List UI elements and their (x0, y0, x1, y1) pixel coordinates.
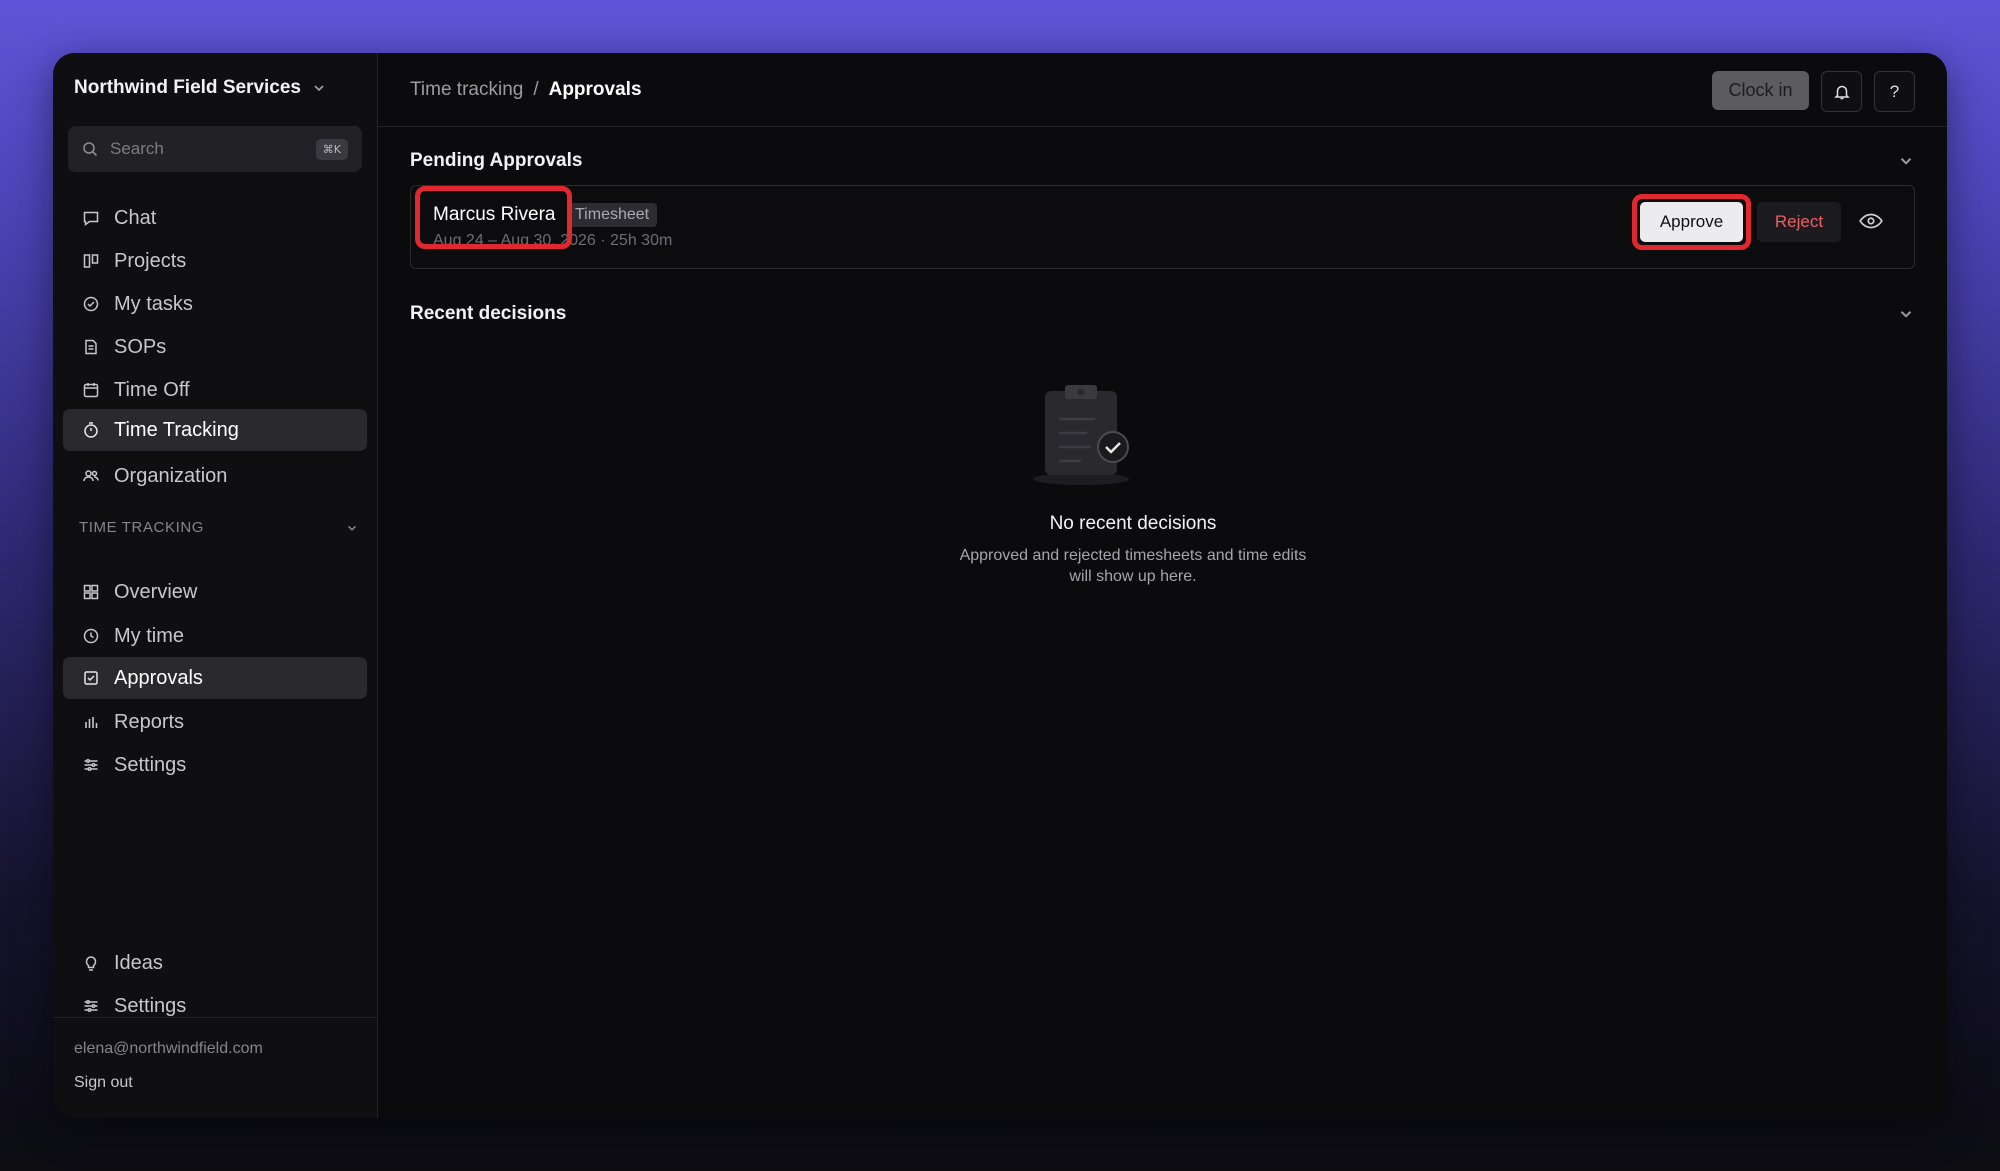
sidebar-item-approvals[interactable]: Approvals (63, 657, 367, 699)
approval-meta: Aug 24 – Aug 30, 2026 · 25h 30m (433, 232, 673, 249)
sidebar-item-label: Settings (114, 753, 187, 776)
chevron-down-icon (1900, 311, 1912, 318)
sidebar-item-my-tasks[interactable]: My tasks (63, 283, 367, 325)
pending-approvals-header[interactable]: Pending Approvals (410, 150, 1915, 172)
sidebar-item-settings[interactable]: Settings (63, 744, 367, 786)
app-window: Northwind Field Services Search ⌘K Chat … (53, 53, 1947, 1118)
sidebar-item-reports[interactable]: Reports (63, 701, 367, 743)
clock-in-button[interactable]: Clock in (1712, 71, 1809, 110)
workspace-name: Northwind Field Services (74, 77, 301, 98)
sidebar-item-label: Organization (114, 464, 228, 487)
document-icon (85, 339, 97, 355)
sidebar-item-label: Reports (114, 710, 185, 733)
sidebar-item-label: Time Tracking (114, 418, 239, 441)
empty-state: No recent decisions Approved and rejecte… (938, 383, 1328, 587)
stopwatch-icon (84, 422, 98, 438)
sidebar-item-time-tracking[interactable]: Time Tracking (63, 409, 367, 451)
section-title: Recent decisions (410, 303, 567, 324)
sidebar-footer: elena@northwindfield.com Sign out (53, 1017, 377, 1118)
sidebar-item-label: SOPs (114, 335, 167, 358)
sidebar-item-label: Approvals (114, 666, 203, 689)
sidebar-item-label: Time Off (114, 378, 190, 401)
grid-icon (83, 584, 99, 600)
empty-state-title: No recent decisions (1049, 513, 1217, 534)
approve-button[interactable]: Approve (1640, 202, 1743, 242)
employee-name[interactable]: Marcus Rivera (433, 204, 555, 226)
chevron-down-icon (314, 85, 324, 92)
chevron-down-icon (347, 525, 357, 531)
sidebar-item-sops[interactable]: SOPs (63, 326, 367, 368)
clock-icon (83, 628, 99, 644)
calendar-icon (83, 383, 99, 398)
sign-out-link[interactable]: Sign out (74, 1074, 133, 1092)
type-badge: Timesheet (567, 203, 658, 227)
breadcrumb-parent[interactable]: Time tracking (410, 79, 523, 101)
sidebar-item-projects[interactable]: Projects (63, 240, 367, 282)
eye-icon[interactable] (1858, 208, 1884, 234)
sidebar-item-ideas[interactable]: Ideas (63, 942, 367, 984)
bell-icon (1833, 85, 1850, 99)
sliders-icon (84, 758, 98, 772)
shortcut-badge: ⌘K (315, 138, 348, 160)
empty-state-description: Approved and rejected timesheets and tim… (959, 547, 1307, 585)
help-button[interactable]: ? (1874, 71, 1915, 112)
breadcrumb-separator: / (533, 79, 539, 100)
chevron-down-icon (1900, 158, 1912, 165)
approval-card: Marcus Rivera Timesheet Aug 24 – Aug 30,… (410, 185, 1915, 269)
sidebar: Northwind Field Services Search ⌘K Chat … (53, 53, 378, 1118)
section-toggle-time-tracking[interactable]: TIME TRACKING (79, 519, 359, 536)
checkbox-icon (84, 671, 98, 685)
lightbulb-icon (85, 956, 97, 971)
sidebar-item-chat[interactable]: Chat (63, 197, 367, 239)
bar-chart-icon (85, 717, 98, 728)
sidebar-item-label: Chat (114, 206, 157, 229)
breadcrumb-current: Approvals (548, 79, 642, 100)
top-bar: Time tracking / Approvals Clock in ? (378, 53, 1947, 127)
reject-button[interactable]: Reject (1757, 202, 1841, 242)
search-icon (83, 142, 98, 157)
sidebar-item-my-time[interactable]: My time (63, 615, 367, 657)
projects-icon (83, 254, 99, 268)
search-placeholder: Search (110, 139, 164, 158)
sidebar-item-label: Settings (114, 994, 187, 1017)
breadcrumb: Time tracking / Approvals (410, 79, 642, 101)
sidebar-item-organization[interactable]: Organization (63, 455, 367, 497)
main-content: Time tracking / Approvals Clock in ? Pen… (378, 53, 1947, 1118)
sidebar-item-time-off[interactable]: Time Off (63, 369, 367, 411)
sidebar-item-label: My time (114, 624, 184, 647)
sidebar-item-label: Projects (114, 249, 187, 272)
clipboard-check-icon (1033, 385, 1129, 485)
sidebar-item-label: Overview (114, 580, 198, 603)
users-icon (83, 470, 99, 482)
sidebar-item-label: My tasks (114, 292, 193, 315)
search-input[interactable]: Search ⌘K (68, 126, 362, 172)
section-title: Pending Approvals (410, 150, 583, 171)
section-label: TIME TRACKING (79, 519, 205, 536)
sidebar-item-overview[interactable]: Overview (63, 571, 367, 613)
check-circle-icon (83, 296, 99, 312)
sliders-icon (84, 999, 98, 1013)
user-email: elena@northwindfield.com (74, 1040, 263, 1057)
recent-decisions-header[interactable]: Recent decisions (410, 303, 1915, 325)
chat-icon (83, 211, 99, 226)
sidebar-item-label: Ideas (114, 951, 163, 974)
notifications-button[interactable] (1821, 71, 1862, 112)
workspace-switcher[interactable]: Northwind Field Services (74, 77, 327, 99)
